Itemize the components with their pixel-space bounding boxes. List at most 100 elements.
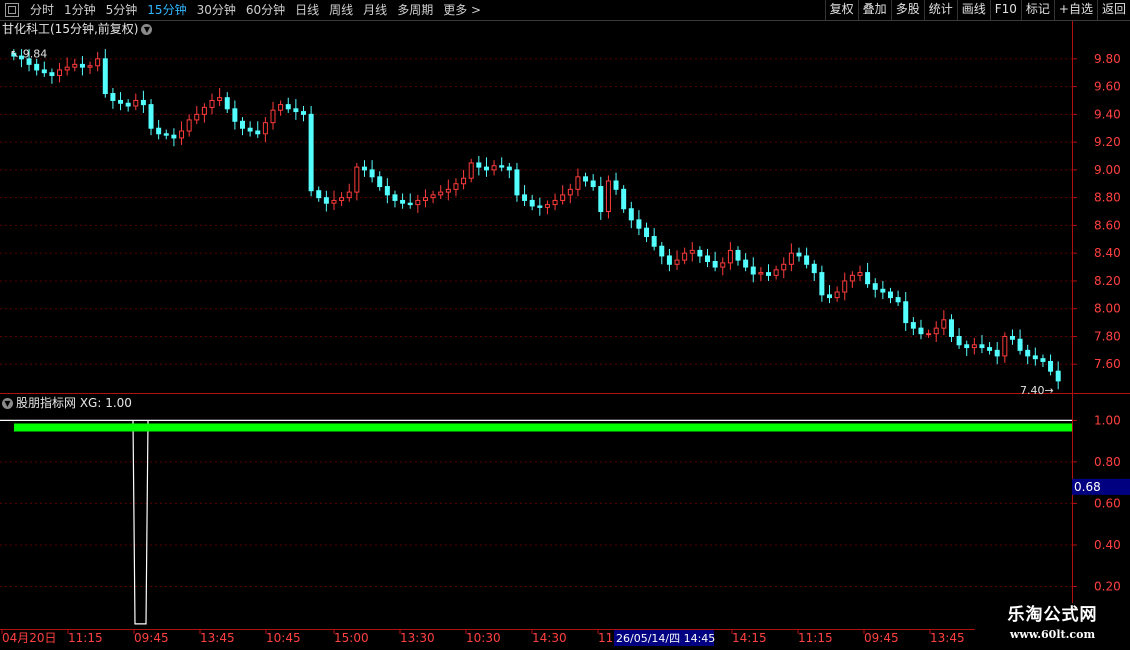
main-tick-label: 9.20 [1094, 135, 1121, 149]
candle-body [651, 236, 657, 247]
candle-body [468, 162, 474, 179]
candle-body [300, 111, 306, 115]
candle-body [217, 97, 223, 101]
indicator-tick-label: 0.80 [1094, 455, 1121, 469]
chevron-down-icon[interactable]: ▼ [141, 24, 153, 35]
candle-body [461, 177, 467, 185]
candle-body [971, 344, 977, 349]
candle-body [125, 102, 131, 107]
candle-body [186, 119, 192, 132]
candle-body [72, 63, 78, 68]
candle-body [811, 263, 817, 274]
tab-period-10[interactable]: 更多 > [438, 0, 486, 20]
tab-period-8[interactable]: 月线 [358, 0, 392, 20]
candle-body [232, 108, 238, 122]
tab-period-1[interactable]: 1分钟 [59, 0, 101, 20]
candle-body [224, 97, 230, 110]
tool-button-8[interactable]: 返回 [1096, 0, 1130, 20]
candle-body [895, 297, 901, 303]
candle-body [483, 166, 489, 171]
candle-body [392, 194, 398, 201]
candle-body [613, 180, 619, 190]
candle-body [156, 127, 162, 135]
tool-button-5[interactable]: F10 [989, 0, 1021, 20]
candle-body [201, 106, 207, 115]
main-tick-label: 9.40 [1094, 107, 1121, 121]
time-tick-label: 04月20日 [2, 631, 57, 645]
time-tick-label: 13:45 [930, 631, 965, 645]
main-tick-label: 8.60 [1094, 218, 1121, 232]
indicator-tick-label: 0.60 [1094, 496, 1121, 510]
tool-button-2[interactable]: 多股 [890, 0, 924, 20]
candle-body [438, 191, 444, 196]
window-icon[interactable] [5, 3, 19, 17]
tool-button-4[interactable]: 画线 [956, 0, 990, 20]
tab-period-5[interactable]: 60分钟 [241, 0, 290, 20]
chart-canvas[interactable]: 9.80 9.60 9.40 9.20 9.00 8.80 8.60 8.40 8.20 8.00… [0, 0, 1130, 650]
candle-body [140, 99, 146, 106]
candle-body [979, 344, 985, 349]
tab-period-3[interactable]: 15分钟 [142, 0, 191, 20]
watermark: 乐淘公式网 www.60lt.com [975, 603, 1130, 650]
candle-body [445, 188, 451, 193]
candle-body [491, 165, 497, 171]
tab-period-0[interactable]: 分时 [25, 0, 59, 20]
candle-body [194, 113, 200, 121]
candle-body [956, 335, 962, 346]
candle-body [674, 259, 680, 265]
candle-body [636, 219, 642, 229]
time-tick-label: 10:45 [266, 631, 301, 645]
xg-indicator-line [0, 419, 1072, 625]
current-value-label: 0.68 [1074, 480, 1101, 494]
tab-period-2[interactable]: 5分钟 [101, 0, 143, 20]
candle-body [87, 65, 93, 68]
candle-body [514, 169, 520, 196]
chevron-down-icon[interactable]: ▼ [2, 398, 13, 409]
candle-body [255, 130, 261, 135]
period-toolbar: 分时 1分钟 5分钟 15分钟 30分钟 60分钟 日线 周线 月线 多周期 更多 > 复权 叠加 多股… [0, 0, 1130, 21]
candle-body [148, 104, 154, 129]
candle-body [1055, 370, 1061, 382]
candle-body [361, 166, 367, 171]
tool-button-0[interactable]: 复权 [824, 0, 858, 20]
candle-body [987, 347, 993, 351]
time-tick-label: 13:30 [400, 631, 435, 645]
candle-body [476, 162, 482, 168]
candle-body [766, 272, 772, 276]
candle-body [308, 113, 314, 192]
candle-body [270, 109, 276, 124]
candle-body [209, 99, 215, 108]
tab-period-9[interactable]: 多周期 [392, 0, 438, 20]
candle-body [880, 288, 886, 293]
candle-body [758, 272, 764, 275]
tab-period-7[interactable]: 周线 [324, 0, 358, 20]
tool-button-6[interactable]: 标记 [1020, 0, 1054, 20]
candle-body [247, 127, 253, 132]
candle-body [79, 63, 85, 68]
tool-button-7[interactable]: +自选 [1053, 0, 1097, 20]
cursor-time-label: 26/05/14/四 14:45 [616, 632, 715, 645]
tool-button-3[interactable]: 统计 [923, 0, 957, 20]
candle-body [941, 319, 947, 329]
tab-period-6[interactable]: 日线 [290, 0, 324, 20]
candle-body [499, 165, 505, 168]
candle-body [354, 166, 360, 193]
main-tick-label: 8.80 [1094, 191, 1121, 205]
candle-body [727, 249, 733, 264]
candle-body [712, 261, 718, 268]
cursor-time-box [614, 630, 714, 646]
candle-body [278, 104, 284, 111]
candle-body [18, 55, 24, 60]
current-value-box [1072, 478, 1130, 495]
period-tabs: 分时 1分钟 5分钟 15分钟 30分钟 60分钟 日线 周线 月线 多周期 更多 > [0, 0, 486, 20]
candle-body [369, 169, 375, 178]
candle-body [605, 180, 611, 213]
candle-body [415, 199, 421, 206]
candle-body [705, 255, 711, 263]
time-tick-label: 11: [598, 631, 617, 645]
tool-button-1[interactable]: 叠加 [857, 0, 891, 20]
candle-body [743, 259, 749, 268]
time-tick-label: 15:00 [334, 631, 369, 645]
tab-period-4[interactable]: 30分钟 [192, 0, 241, 20]
candle-body [964, 344, 970, 349]
